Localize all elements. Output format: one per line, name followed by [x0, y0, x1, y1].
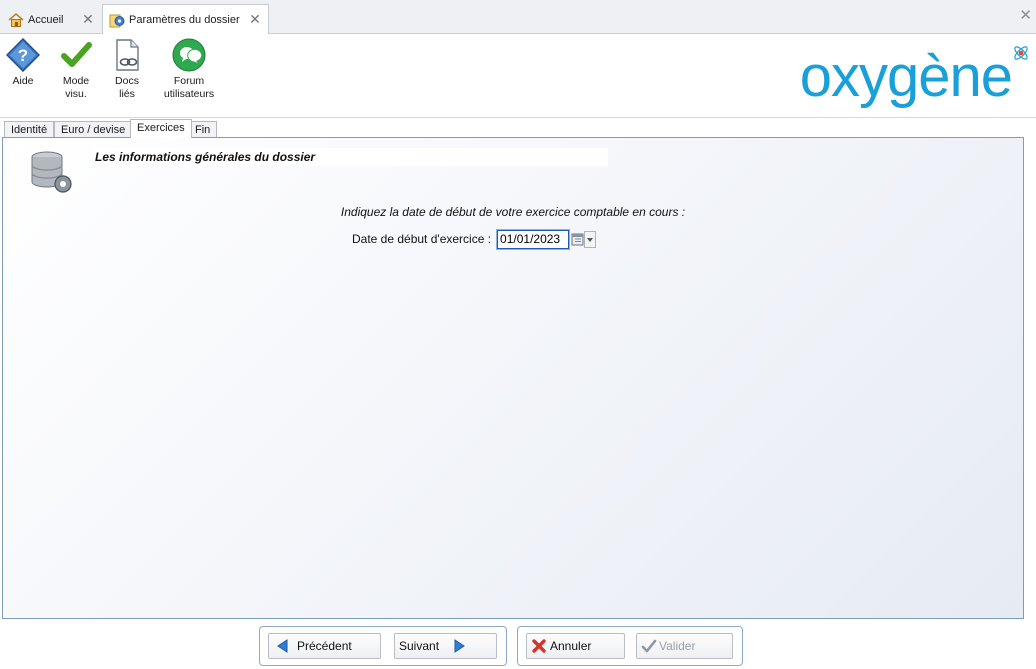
chevron-down-icon[interactable] [584, 230, 597, 248]
atom-icon [1014, 46, 1028, 60]
validate-button[interactable]: Valider [636, 633, 733, 659]
tab-fin-label: Fin [195, 124, 211, 136]
home-icon [8, 12, 24, 27]
cancel-x-icon [532, 639, 546, 653]
action-group: Annuler Valider [517, 626, 743, 666]
start-date-input[interactable] [496, 228, 571, 250]
next-label: Suivant [399, 639, 440, 653]
close-icon[interactable]: ✕ [81, 12, 95, 26]
tab-euro-devise[interactable]: Euro / devise [54, 121, 133, 138]
app-window: Accueil ✕ Paramètres du dossier ✕ ✕ ? Ai… [0, 0, 1036, 669]
logo-text: oxygène [799, 44, 1013, 109]
tab-identite[interactable]: Identité [4, 121, 55, 138]
window-close-icon[interactable]: ✕ [1019, 6, 1032, 24]
tab-identite-label: Identité [11, 124, 48, 136]
linked-documents-icon [116, 39, 139, 71]
docs-label-1: Docs [115, 75, 139, 87]
checkmark-icon [641, 639, 657, 653]
tab-parametres-label: Paramètres du dossier [129, 13, 240, 26]
svg-text:?: ? [18, 46, 28, 65]
forum-chat-icon [172, 38, 206, 72]
tab-euro-devise-label: Euro / devise [61, 124, 126, 136]
mode-visu-button[interactable]: Mode visu. [55, 38, 97, 101]
document-tab-bar: Accueil ✕ Paramètres du dossier ✕ ✕ [0, 0, 1036, 35]
arrow-right-icon [454, 639, 465, 653]
mode-label-1: Mode [62, 75, 90, 87]
forum-label-2: utilisateurs [163, 88, 215, 100]
date-label: Date de début d'exercice : [352, 232, 492, 246]
cancel-button[interactable]: Annuler [526, 633, 625, 659]
tab-accueil-label: Accueil [28, 13, 64, 26]
tab-accueil[interactable]: Accueil ✕ [2, 5, 101, 34]
tab-parametres-dossier[interactable]: Paramètres du dossier ✕ [102, 4, 269, 35]
mode-label-2: visu. [65, 88, 87, 100]
navigation-group: Précédent Suivant [259, 626, 507, 666]
next-button[interactable]: Suivant [394, 633, 497, 659]
database-settings-icon [31, 151, 72, 193]
forum-label-1: Forum [173, 75, 205, 87]
help-label: Aide [12, 75, 34, 87]
panel-title: Les informations générales du dossier [93, 148, 608, 166]
validate-label: Valider [659, 639, 696, 653]
ribbon-toolbar: ? Aide Mode visu. Docs liés Forum utilis… [0, 34, 1036, 118]
tab-exercices-label: Exercices [137, 122, 185, 134]
exercices-panel: Les informations générales du dossier In… [2, 137, 1024, 619]
checkmark-icon [61, 42, 92, 67]
docs-lies-button[interactable]: Docs liés [106, 38, 148, 101]
date-prompt: Indiquez la date de début de votre exerc… [340, 205, 686, 219]
calendar-icon[interactable] [571, 231, 584, 248]
docs-label-2: liés [119, 88, 135, 100]
date-row: Date de début d'exercice : [352, 228, 597, 250]
help-icon: ? [6, 38, 40, 72]
tab-fin[interactable]: Fin [188, 121, 218, 138]
cancel-label: Annuler [550, 639, 592, 653]
help-button[interactable]: ? Aide [5, 38, 41, 88]
close-icon[interactable]: ✕ [248, 12, 262, 26]
tab-exercices[interactable]: Exercices [130, 119, 192, 138]
forum-button[interactable]: Forum utilisateurs [160, 38, 218, 101]
previous-label: Précédent [297, 639, 352, 653]
oxygene-logo: oxygène [750, 44, 1030, 109]
settings-gear-icon [109, 14, 125, 27]
arrow-left-icon [277, 639, 288, 653]
form-tab-bar: Identité Euro / devise Exercices Fin [0, 118, 1036, 138]
previous-button[interactable]: Précédent [268, 633, 381, 659]
